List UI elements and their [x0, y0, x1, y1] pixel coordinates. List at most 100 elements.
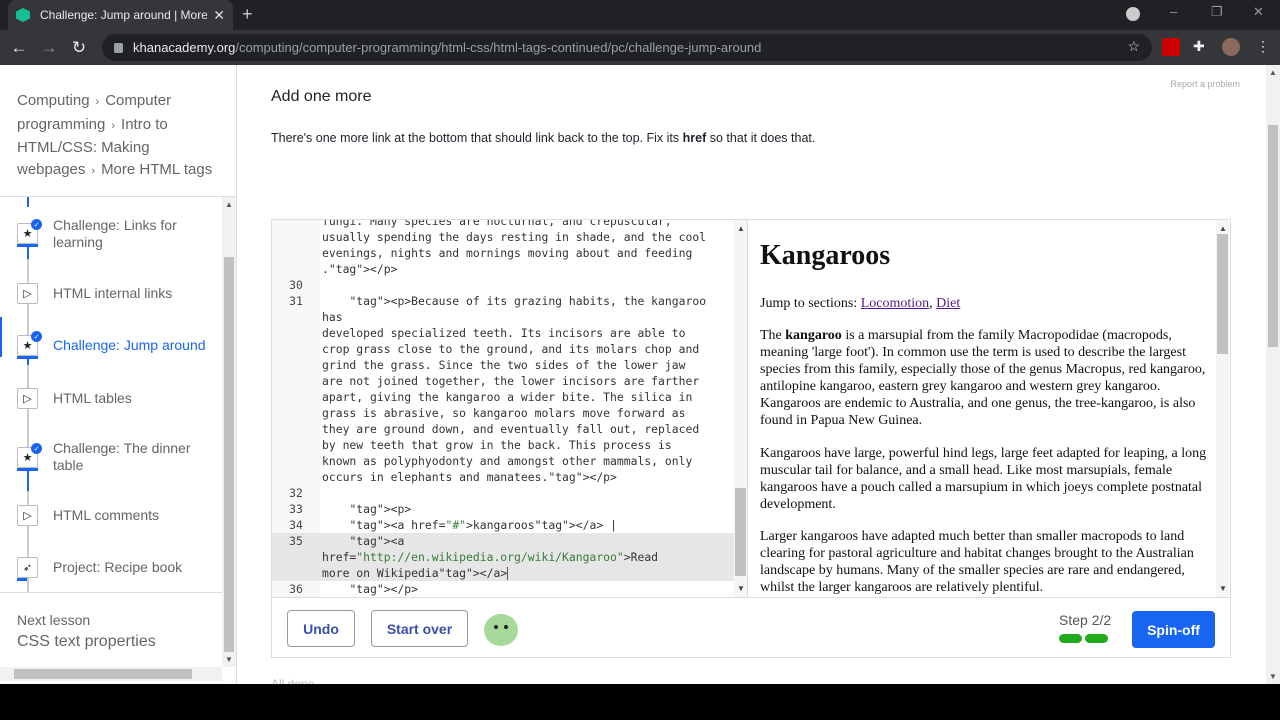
code-text: occurs in elephants and manatees."tag"><… — [322, 470, 617, 484]
scroll-up-icon[interactable]: ▲ — [225, 200, 233, 209]
pdf-extension-icon[interactable] — [1162, 38, 1180, 56]
text-cursor — [507, 567, 509, 580]
preview-paragraph: Kangaroos have large, powerful hind legs… — [760, 446, 1207, 512]
scrollbar-thumb[interactable] — [14, 669, 192, 679]
play-video-icon: ▷ — [17, 388, 38, 409]
scroll-up-icon[interactable]: ▲ — [1269, 68, 1277, 77]
next-lesson-link[interactable]: CSS text properties — [17, 633, 156, 651]
close-tab-icon[interactable]: ✕ — [213, 7, 225, 24]
code-editor[interactable]: fungi. Many species are nocturnal, and c… — [272, 220, 748, 597]
scrollbar-thumb[interactable] — [1217, 234, 1228, 354]
lesson-item[interactable]: ▷ HTML tables — [0, 382, 222, 416]
scroll-down-icon[interactable]: ▼ — [1219, 584, 1227, 593]
line-number: 30 — [289, 278, 303, 292]
lesson-item[interactable]: ★ ✓ Challenge: Jump around — [0, 323, 222, 363]
code-lines[interactable]: fungi. Many species are nocturnal, and c… — [272, 220, 734, 597]
jump-prefix: Jump to sections: — [760, 296, 861, 311]
scrollbar-thumb[interactable] — [1268, 125, 1278, 347]
line-number — [272, 453, 320, 469]
lesson-item[interactable]: ★ ✓ Challenge: Links for learning — [0, 217, 222, 251]
step-pill — [1085, 634, 1108, 643]
undo-button[interactable]: Undo — [287, 610, 355, 647]
back-arrow-icon[interactable]: ← — [4, 38, 34, 58]
code-line[interactable]: fungi. Many species are nocturnal, and c… — [272, 220, 734, 229]
code-line[interactable]: by new teeth that grow in the back. This… — [272, 437, 734, 453]
close-window-button[interactable]: ✕ — [1253, 4, 1264, 20]
code-line[interactable]: evenings, nights and mornings moving abo… — [272, 245, 734, 261]
extensions-puzzle-icon[interactable]: ✚ — [1193, 38, 1211, 56]
sidebar-horizontal-scrollbar[interactable] — [0, 667, 222, 681]
lesson-label: Challenge: Links for learning — [53, 217, 177, 250]
code-scrollbar[interactable]: ▲ ▼ — [734, 220, 747, 597]
scroll-down-icon[interactable]: ▼ — [225, 655, 233, 664]
lesson-item[interactable]: ▷ HTML comments — [0, 499, 222, 533]
rocket-project-icon: ➶ — [17, 557, 38, 578]
forward-arrow-icon[interactable]: → — [34, 38, 64, 58]
lesson-item[interactable]: ➶ Project: Recipe book — [0, 551, 222, 585]
reload-icon[interactable]: ↻ — [64, 38, 94, 58]
code-text: by new teeth that grow in the back. This… — [322, 438, 672, 452]
main-content: Report a problem Add one more There's on… — [238, 65, 1266, 684]
start-over-button[interactable]: Start over — [371, 610, 468, 647]
code-line[interactable]: 32 — [272, 485, 734, 501]
code-line[interactable]: 35 "tag"><a href="http://en.wikipedia.or… — [272, 533, 734, 565]
code-line[interactable]: 36 "tag"></p> — [272, 581, 734, 597]
profile-avatar-icon[interactable] — [1222, 38, 1240, 56]
code-line[interactable]: 33 "tag"><p> — [272, 501, 734, 517]
url-host: khanacademy.org — [133, 40, 236, 55]
sidebar-scrollbar[interactable]: ▲ ▼ — [222, 197, 236, 667]
step-pill — [1059, 634, 1082, 643]
code-line[interactable]: developed specialized teeth. Its incisor… — [272, 325, 734, 341]
bookmark-star-icon[interactable]: ☆ — [1127, 38, 1140, 55]
report-problem-link[interactable]: Report a problem — [1170, 79, 1240, 89]
lesson-label: HTML comments — [53, 507, 160, 523]
code-line[interactable]: are not joined together, the lower incis… — [272, 373, 734, 389]
scroll-down-icon[interactable]: ▼ — [1269, 672, 1277, 681]
scrollbar-thumb[interactable] — [735, 488, 746, 576]
profile-dropdown-icon[interactable] — [1126, 7, 1140, 21]
more-menu-icon[interactable]: ⋮ — [1256, 38, 1274, 56]
maximize-button[interactable]: ❐ — [1211, 4, 1223, 20]
lesson-label: HTML internal links — [53, 285, 173, 301]
play-video-icon: ▷ — [17, 505, 38, 526]
locomotion-link[interactable]: Locomotion — [861, 296, 929, 311]
code-text: grind the grass. Since the two sides of … — [322, 358, 686, 372]
code-line[interactable]: apart, giving the kangaroo a wider bite.… — [272, 389, 734, 405]
code-line[interactable]: usually spending the days resting in sha… — [272, 229, 734, 245]
address-bar[interactable]: khanacademy.org /computing/computer-prog… — [102, 34, 1152, 61]
new-tab-button[interactable]: + — [242, 4, 253, 25]
code-line[interactable]: crop grass close to the ground, and its … — [272, 341, 734, 357]
code-line[interactable]: known as polyphyodonty and amongst other… — [272, 453, 734, 469]
code-line[interactable]: occurs in elephants and manatees."tag"><… — [272, 469, 734, 485]
page-scrollbar[interactable]: ▲ ▼ — [1266, 65, 1280, 684]
browser-tab[interactable]: Challenge: Jump around | More HTML tags … — [8, 0, 233, 30]
code-line[interactable]: grind the grass. Since the two sides of … — [272, 357, 734, 373]
scrollbar-thumb[interactable] — [224, 257, 234, 652]
code-text: "tag"><a href="#">kangaroos"tag"></a> | — [349, 518, 617, 532]
preview-paragraph: The kangaroo is a marsupial from the fam… — [760, 327, 1210, 429]
preview-scrollbar[interactable]: ▲ ▼ — [1216, 220, 1229, 597]
scroll-up-icon[interactable]: ▲ — [1219, 224, 1227, 233]
line-number: 35 — [289, 534, 303, 548]
code-line[interactable]: they are ground down, and eventually fal… — [272, 421, 734, 437]
lesson-item[interactable]: ★ ✓ Challenge: The dinner table — [0, 437, 222, 477]
code-line[interactable]: 31 "tag"><p>Because of its grazing habit… — [272, 293, 734, 325]
code-line[interactable]: 30 — [272, 277, 734, 293]
breadcrumb-computing[interactable]: Computing — [17, 92, 90, 109]
scroll-down-icon[interactable]: ▼ — [737, 584, 745, 593]
code-line[interactable]: grass is abrasive, so kangaroo molars mo… — [272, 405, 734, 421]
code-line[interactable]: ."tag"></p> — [272, 261, 734, 277]
minimize-button[interactable]: – — [1170, 4, 1177, 19]
lesson-label: HTML tables — [53, 390, 132, 406]
progress-bar — [17, 468, 38, 471]
code-line[interactable]: 34 "tag"><a href="#">kangaroos"tag"></a>… — [272, 517, 734, 533]
lesson-item[interactable]: ▷ HTML internal links — [0, 277, 222, 311]
chevron-right-icon: › — [95, 96, 100, 108]
scroll-up-icon[interactable]: ▲ — [737, 224, 745, 233]
diet-link[interactable]: Diet — [936, 296, 960, 311]
line-number: 36 — [289, 582, 303, 596]
line-number: 34 — [289, 518, 303, 532]
spin-off-button[interactable]: Spin-off — [1132, 611, 1215, 648]
breadcrumb-more-html-tags[interactable]: More HTML tags — [101, 161, 212, 178]
code-line[interactable]: more on Wikipedia"tag"></a> — [272, 565, 734, 581]
